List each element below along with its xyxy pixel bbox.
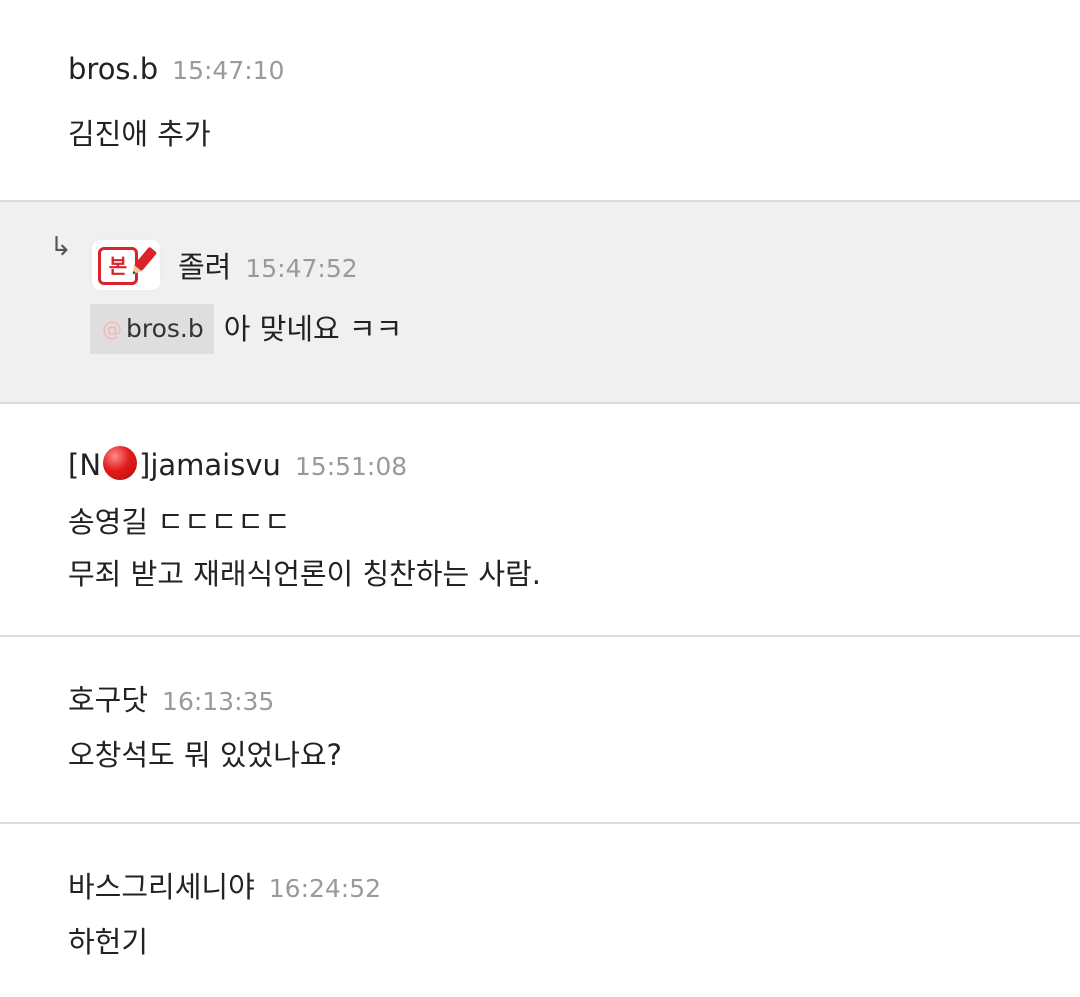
comment-nickname[interactable]: bros.b xyxy=(68,52,158,86)
comment-line: 하헌기 xyxy=(68,925,149,959)
comment-item: 호구닷 16:13:35 오창석도 뭐 있었나요? xyxy=(0,637,1080,824)
avatar[interactable]: 본 xyxy=(90,238,162,292)
comment-body: 김진애 추가 xyxy=(68,108,211,160)
comment-line: 아 맞네요 ㅋㅋ xyxy=(223,312,403,346)
comment-body: 오창석도 뭐 있었나요? xyxy=(68,729,342,781)
red-circle-icon xyxy=(103,446,138,480)
comment-header: 호구닷 16:13:35 xyxy=(68,677,274,719)
comment-nickname[interactable]: 바스그리세니야 xyxy=(68,864,255,906)
comment-body: 송영길 ㄷㄷㄷㄷㄷ 무죄 받고 재래식언론이 칭찬하는 사람. xyxy=(68,496,541,600)
comment-time: 15:47:10 xyxy=(172,56,285,85)
comment-header: 바스그리세니야 16:24:52 xyxy=(68,864,381,906)
pencil-icon xyxy=(132,247,157,275)
nickname-prefix: [N xyxy=(68,448,102,482)
reply-comment-item: ↳ 본 졸려 15:47:52 @ bros.b 아 맞네요 ㅋㅋ xyxy=(0,202,1080,404)
comment-thread: bros.b 15:47:10 김진애 추가 ↳ 본 졸려 15:47:52 @… xyxy=(0,0,1080,997)
comment-nickname[interactable]: 호구닷 xyxy=(68,677,148,719)
comment-nickname[interactable]: 졸려 xyxy=(178,244,231,286)
comment-line: 송영길 ㄷㄷㄷㄷㄷ xyxy=(68,505,291,539)
comment-nickname[interactable]: [N ]jamaisvu xyxy=(68,446,281,482)
comment-line: 오창석도 뭐 있었나요? xyxy=(68,738,342,772)
nickname-suffix: ]jamaisvu xyxy=(139,448,281,482)
comment-time: 16:24:52 xyxy=(268,874,382,903)
comment-time: 15:51:08 xyxy=(294,452,408,481)
comment-body: 하헌기 xyxy=(68,916,148,968)
comment-item: 바스그리세니야 16:24:52 하헌기 xyxy=(0,824,1080,997)
comment-header: 졸려 15:47:52 xyxy=(178,244,358,286)
comment-item: [N ]jamaisvu 15:51:08 송영길 ㄷㄷㄷㄷㄷ 무죄 받고 재래식… xyxy=(0,404,1080,637)
mention-nickname: bros.b xyxy=(126,314,204,343)
at-icon: @ xyxy=(102,317,122,341)
comment-time: 15:47:52 xyxy=(245,254,358,283)
comment-line: 무죄 받고 재래식언론이 칭찬하는 사람. xyxy=(68,557,541,591)
comment-time: 16:13:35 xyxy=(162,687,275,716)
comment-item: bros.b 15:47:10 김진애 추가 xyxy=(0,0,1080,202)
comment-body: @ bros.b 아 맞네요 ㅋㅋ xyxy=(90,302,402,354)
comment-line: 김진애 추가 xyxy=(68,117,211,151)
comment-header: bros.b 15:47:10 xyxy=(68,52,284,86)
comment-header: [N ]jamaisvu 15:51:08 xyxy=(68,446,407,482)
mention-tag[interactable]: @ bros.b xyxy=(90,304,214,354)
reply-arrow-icon: ↳ xyxy=(50,232,72,262)
